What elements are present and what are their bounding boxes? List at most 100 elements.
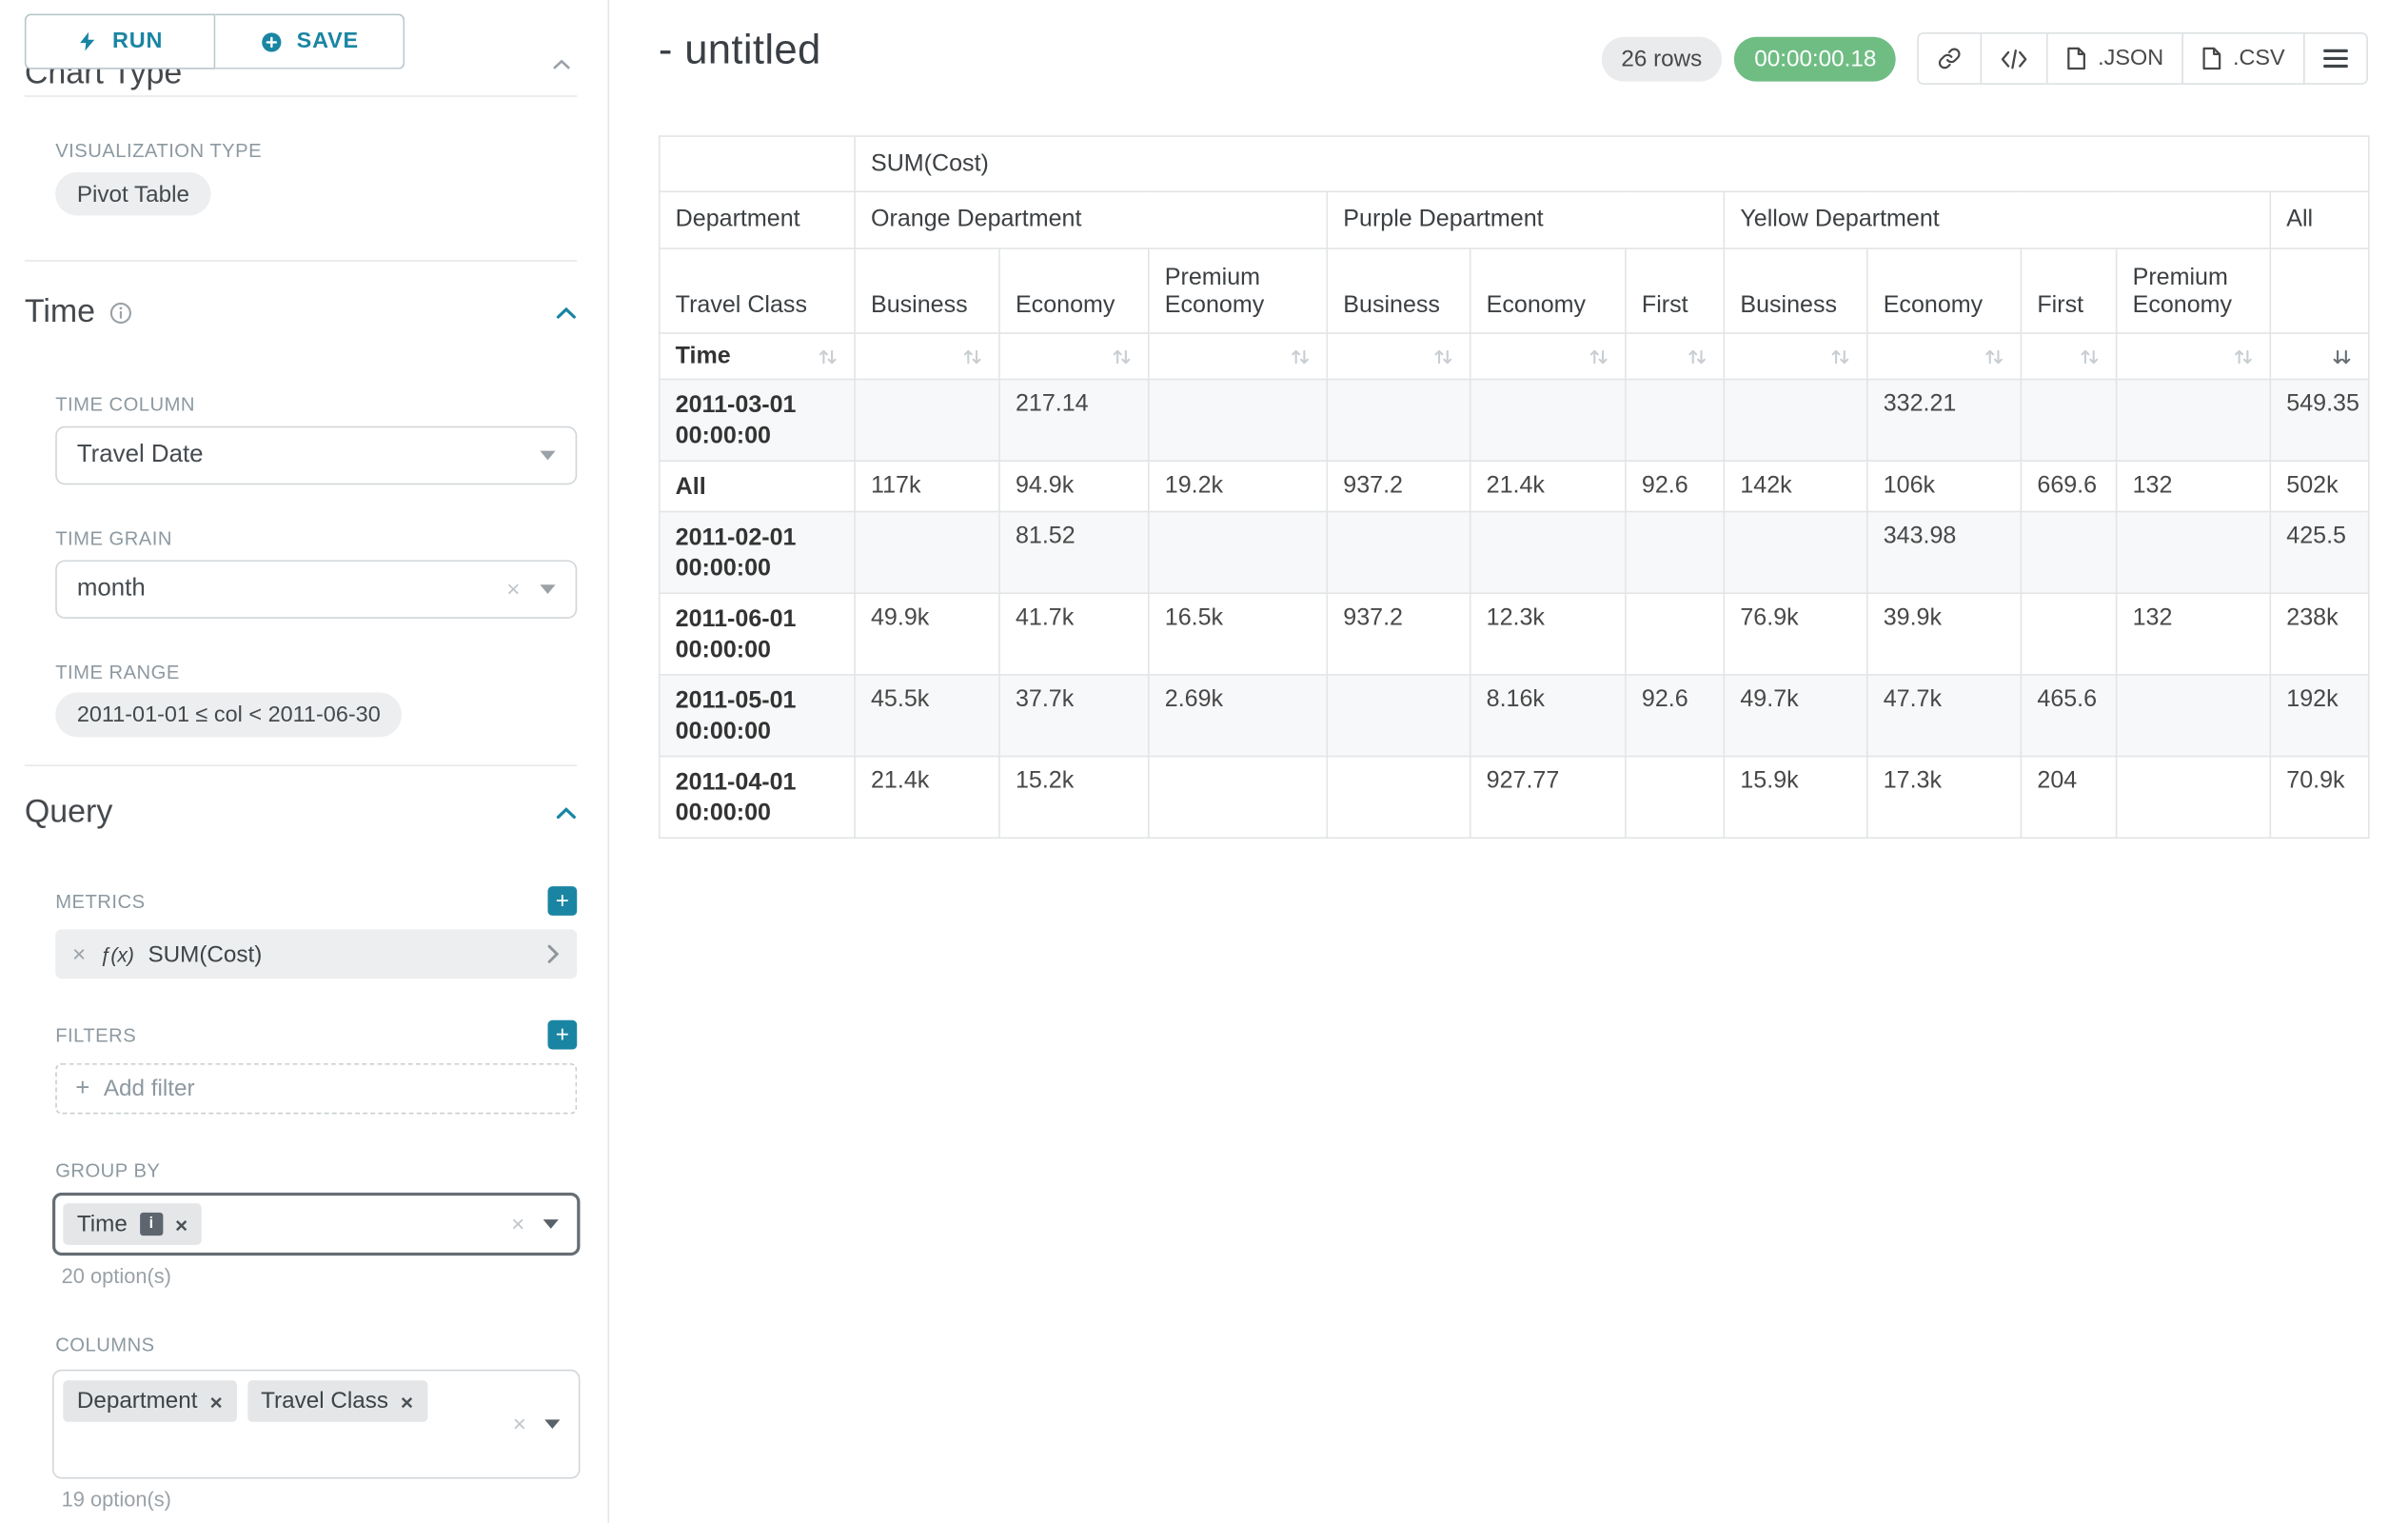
value-cell: 21.4k [855,757,999,839]
sort-icon [1432,346,1454,367]
sort-header[interactable] [1724,333,1866,379]
group-header: All [2270,191,2368,248]
value-cell: 502k [2270,461,2368,511]
chevron-down-icon [540,584,555,594]
sort-icon [961,346,983,367]
sort-header[interactable] [855,333,999,379]
row-header: 2011-06-01 00:00:00 [660,593,855,675]
value-cell: 94.9k [999,461,1149,511]
sort-header[interactable] [2021,333,2116,379]
add-filter-button[interactable]: + [548,1020,578,1050]
value-cell [1470,512,1626,594]
file-icon [2202,46,2222,70]
chart-title[interactable]: - untitled [659,26,821,73]
screen: Chart Type RUN SAVE VISUALIZATION TYPE P… [0,0,2408,1523]
metric-header-row: SUM(Cost) [660,136,2369,191]
function-icon: ƒ(x) [100,942,134,965]
add-filter-box[interactable]: + Add filter [55,1063,577,1114]
row-header: 2011-05-01 00:00:00 [660,675,855,757]
sort-header[interactable] [1327,333,1470,379]
save-button[interactable]: SAVE [215,14,405,69]
value-cell: 92.6 [1626,461,1724,511]
sort-icon [1687,346,1708,367]
time-range-pill[interactable]: 2011-01-01 ≤ col < 2011-06-30 [55,692,402,737]
columns-options-hint: 19 option(s) [62,1488,171,1511]
class-header-row: Travel ClassBusinessEconomyPremium Econo… [660,248,2369,333]
toolbar: 26 rows 00:00:00.18 .JSON .CSV [1601,32,2368,85]
sort-header[interactable] [1470,333,1626,379]
pill-label: Department [77,1388,198,1414]
columns-pill: Department × [63,1380,236,1422]
value-cell: 12.3k [1470,593,1626,675]
sort-header[interactable] [2117,333,2271,379]
remove-pill-icon[interactable]: × [401,1391,413,1413]
table-row: 2011-06-01 00:00:0049.9k41.7k16.5k937.21… [660,593,2369,675]
copy-link-button[interactable] [1918,32,1983,85]
sort-icon [1290,346,1312,367]
visualization-type-pill[interactable]: Pivot Table [55,172,210,215]
value-cell: 465.6 [2021,675,2116,757]
time-section-header: Time [25,294,577,331]
metric-pill[interactable]: × ƒ(x) SUM(Cost) [55,929,577,979]
value-cell: 37.7k [999,675,1149,757]
run-button[interactable]: RUN [25,14,215,69]
time-section-heading: Time [25,294,95,331]
add-metric-button[interactable]: + [548,886,578,916]
superset-explore-view: Chart Type RUN SAVE VISUALIZATION TYPE P… [0,0,2408,1523]
chevron-up-icon[interactable] [552,58,570,70]
value-cell [2021,512,2116,594]
columns-select[interactable]: Department × Travel Class × × [52,1370,580,1479]
value-cell: 192k [2270,675,2368,757]
sort-header[interactable] [1626,333,1724,379]
table-row: 2011-03-01 00:00:00217.14332.21549.35 [660,379,2369,461]
sort-desc-icon [2331,346,2353,367]
time-column-select[interactable]: Travel Date [55,426,577,485]
sort-header[interactable] [2270,333,2368,379]
value-cell: 132 [2117,461,2271,511]
value-cell [2117,512,2271,594]
sort-icon [2079,346,2101,367]
value-cell [855,379,999,461]
group-by-pill: Time i × [63,1203,201,1245]
group-header-row: DepartmentOrange DepartmentPurple Depart… [660,191,2369,248]
info-icon: i [140,1213,163,1236]
sort-header[interactable] [999,333,1149,379]
collapse-section-icon[interactable] [556,805,578,820]
add-filter-label: Add filter [104,1076,195,1101]
group-header: Purple Department [1327,191,1724,248]
group-by-select[interactable]: Time i × × [52,1193,580,1256]
menu-button[interactable] [2303,32,2368,85]
collapse-section-icon[interactable] [556,306,578,320]
value-cell: 15.9k [1724,757,1866,839]
sort-header-time[interactable]: Time [660,333,855,379]
remove-pill-icon[interactable]: × [209,1391,222,1413]
query-section-heading: Query [25,794,112,831]
sort-icon [2233,346,2255,367]
class-header: Business [1724,248,1866,333]
clear-icon[interactable]: × [513,1413,526,1435]
clear-icon[interactable]: × [506,578,520,601]
remove-metric-icon[interactable]: × [72,942,86,965]
value-cell [2117,379,2271,461]
value-cell [2117,675,2271,757]
control-panel: Chart Type RUN SAVE VISUALIZATION TYPE P… [0,0,609,1523]
table-row: All117k94.9k19.2k937.221.4k92.6142k106k6… [660,461,2369,511]
value-cell: 15.2k [999,757,1149,839]
time-grain-select[interactable]: month × [55,560,577,618]
sort-header[interactable] [1149,333,1328,379]
value-cell: 927.77 [1470,757,1626,839]
link-icon [1938,46,1963,70]
sort-icon [1984,346,2005,367]
value-cell: 549.35 [2270,379,2368,461]
value-cell: 669.6 [2021,461,2116,511]
sort-header[interactable] [1867,333,2022,379]
metric-header: SUM(Cost) [855,136,2369,191]
columns-label: COLUMNS [55,1335,154,1356]
clear-icon[interactable]: × [511,1213,524,1236]
download-csv-button[interactable]: .CSV [2182,32,2305,85]
dimension-header: Travel Class [660,248,855,333]
remove-pill-icon[interactable]: × [175,1214,188,1236]
embed-code-button[interactable] [1981,32,2048,85]
download-json-button[interactable]: .JSON [2047,32,2183,85]
value-cell [1626,593,1724,675]
